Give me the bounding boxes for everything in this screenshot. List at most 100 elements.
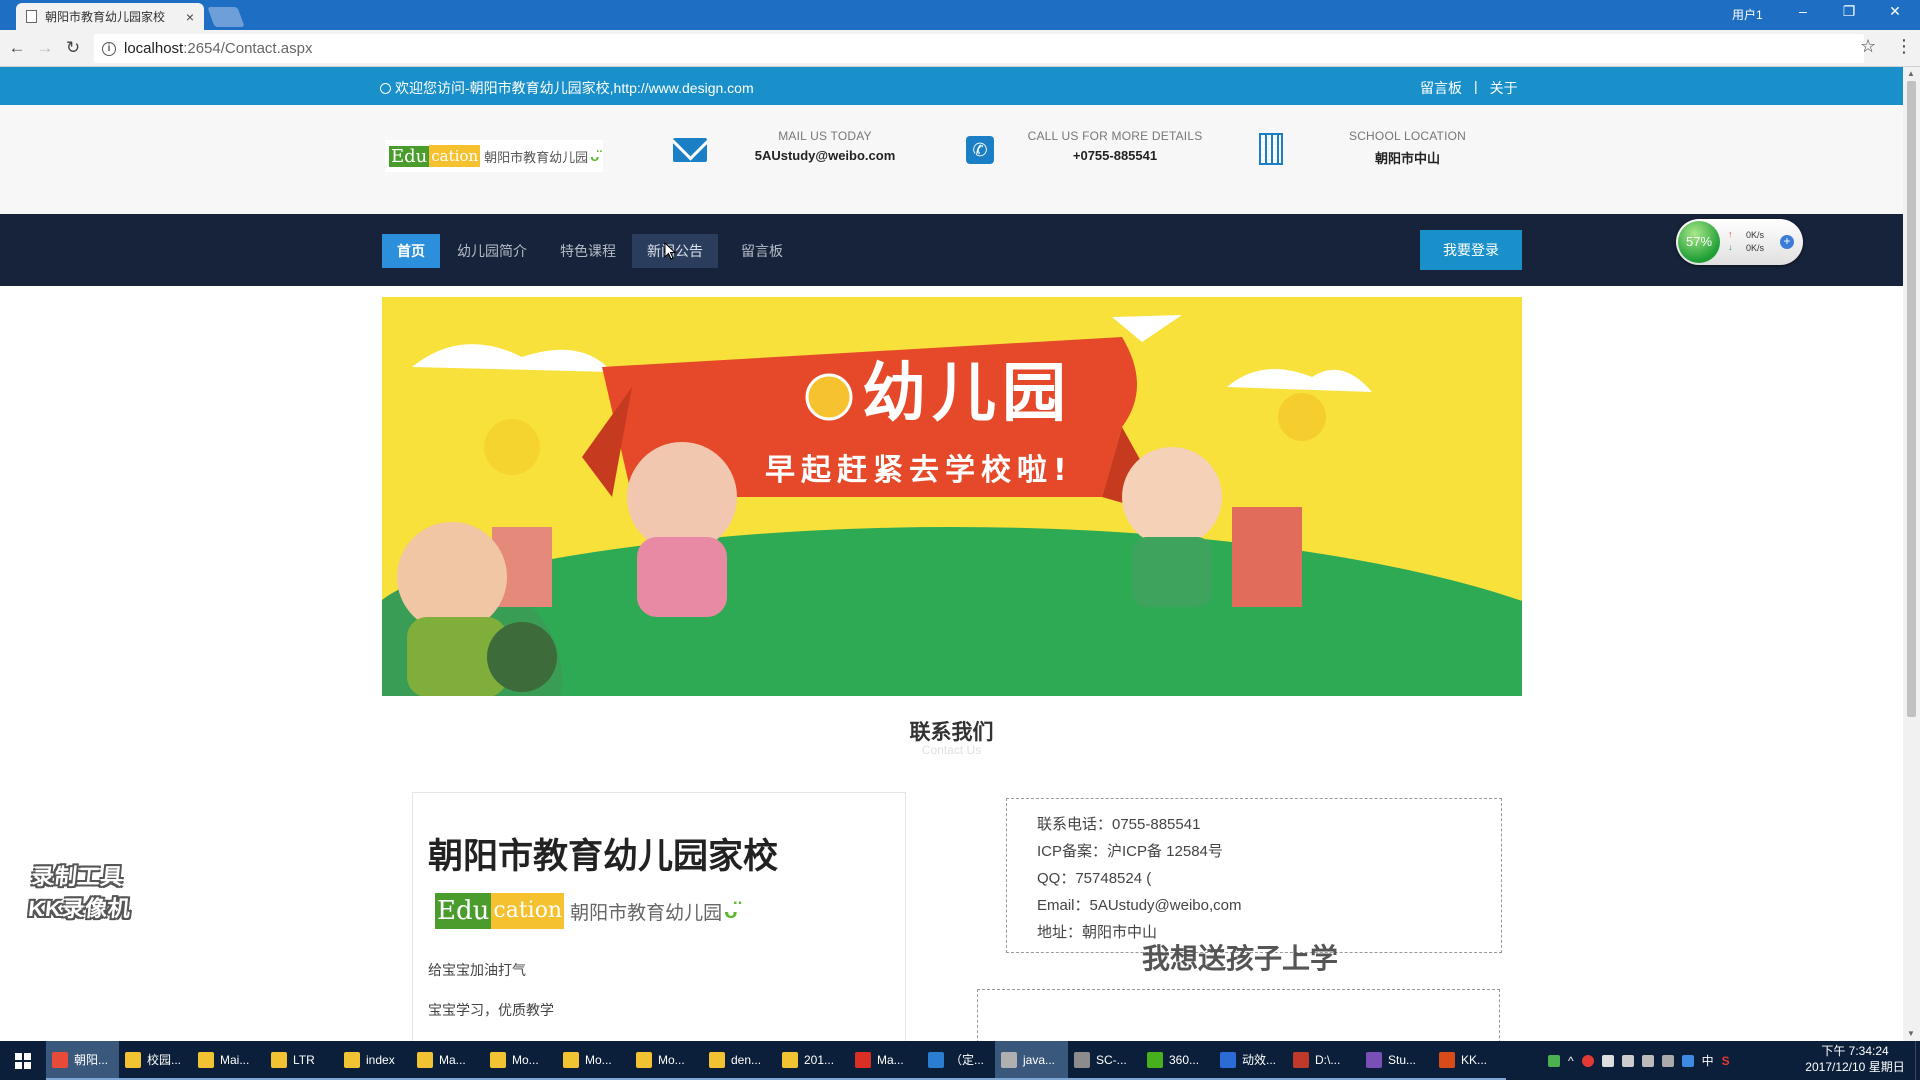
building-icon [1259, 133, 1283, 165]
power-tray-icon[interactable] [1621, 1054, 1634, 1067]
tray-expand-icon[interactable]: ^ [1568, 1054, 1574, 1068]
logo-smile-icon: ᴗ̈ [724, 898, 738, 923]
taskbar-item-label: den... [731, 1052, 762, 1067]
taskbar-item[interactable]: Mo... [484, 1041, 557, 1080]
app-icon [1147, 1051, 1163, 1068]
app-icon [417, 1051, 433, 1068]
app-icon [198, 1051, 214, 1068]
app-icon [1293, 1051, 1309, 1068]
nav-item-courses[interactable]: 特色课程 [545, 234, 631, 268]
taskbar-item[interactable]: java... [995, 1041, 1068, 1080]
app-icon [709, 1051, 725, 1068]
top-link-about[interactable]: 关于 [1490, 78, 1518, 98]
app-icon [563, 1051, 579, 1068]
taskbar-item[interactable]: Ma... [849, 1041, 922, 1080]
app-icon [636, 1051, 652, 1068]
info-qq: QQ：75748524 ( [1037, 870, 1152, 887]
reload-icon[interactable]: ↻ [62, 38, 84, 58]
site-info-icon[interactable]: i [102, 41, 116, 56]
taskbar-item[interactable]: Mo... [630, 1041, 703, 1080]
input-method-indicator[interactable]: 中 [1702, 1052, 1714, 1069]
school-logo: Edu cation 朝阳市教育幼儿园 ᴗ̈ [435, 893, 738, 929]
app-icon [490, 1051, 506, 1068]
card-line-1: 给宝宝加油打气 [428, 962, 526, 978]
bookmark-star-icon[interactable]: ☆ [1860, 36, 1876, 57]
volume-tray-icon[interactable] [1661, 1054, 1674, 1067]
welcome-bar: 欢迎您访问-朝阳市教育幼儿园家校,http://www.design.com 留… [0, 67, 1903, 105]
minimize-icon[interactable]: – [1788, 3, 1818, 19]
url-host: localhost [124, 40, 184, 57]
top-link-guestbook[interactable]: 留言板 [1420, 78, 1462, 98]
hero-banner[interactable]: 幼儿园 早起赶紧去学校啦! [382, 297, 1522, 696]
plus-icon[interactable]: + [1780, 235, 1794, 249]
restore-icon[interactable]: ❐ [1834, 3, 1864, 20]
taskbar-item[interactable]: Stu... [1360, 1041, 1433, 1080]
app-tray-icon[interactable] [1681, 1054, 1694, 1067]
taskbar-item[interactable]: Ma... [411, 1041, 484, 1080]
login-button[interactable]: 我要登录 [1420, 230, 1522, 270]
upload-speed: 0K/s [1746, 230, 1765, 240]
mail-contact: MAIL US TODAY 5AUstudy@weibo.com [750, 129, 900, 163]
info-icp: ICP备案：沪ICP备 12584号 [1037, 843, 1223, 860]
taskbar-item-label: Ma... [877, 1052, 904, 1067]
nav-item-guestbook[interactable]: 留言板 [726, 234, 798, 268]
tab-close-icon[interactable]: × [186, 9, 194, 25]
browser-menu-icon[interactable]: ⋮ [1895, 36, 1913, 57]
taskbar-clock[interactable]: 下午 7:34:24 2017/12/10 星期日 [1800, 1043, 1910, 1075]
welcome-message: 欢迎您访问-朝阳市教育幼儿园家校,http://www.design.com [380, 78, 754, 98]
battery-tray-icon[interactable] [1548, 1054, 1560, 1067]
app-icon [782, 1051, 798, 1068]
taskbar-item[interactable]: D:\... [1287, 1041, 1360, 1080]
taskbar-item-label: 动效... [1242, 1053, 1277, 1067]
security-tray-icon[interactable] [1581, 1054, 1594, 1067]
url-input[interactable]: i localhost :2654/Contact.aspx [94, 34, 1864, 63]
start-button[interactable] [0, 1041, 46, 1080]
logo-name: 朝阳市教育幼儿园 [570, 902, 723, 924]
taskbar-item[interactable]: den... [703, 1041, 776, 1080]
app-icon [1439, 1051, 1455, 1068]
nav-item-intro[interactable]: 幼儿园简介 [442, 234, 542, 268]
logo-edu-yellow: cation [491, 893, 565, 929]
forward-icon[interactable]: → [34, 38, 56, 58]
sogou-tray-icon[interactable]: S [1722, 1054, 1730, 1068]
app-icon [271, 1051, 287, 1068]
taskbar-item[interactable]: KK... [1433, 1041, 1506, 1080]
nav-item-home[interactable]: 首页 [382, 234, 440, 268]
scroll-down-icon[interactable]: ▼ [1907, 1029, 1915, 1038]
taskbar-item-label: Mo... [512, 1052, 539, 1067]
taskbar-item[interactable]: SC-... [1068, 1041, 1141, 1080]
scroll-thumb[interactable] [1907, 81, 1916, 717]
taskbar-item-label: KK... [1461, 1052, 1488, 1067]
contact-info-box: 联系电话：0755-885541 ICP备案：沪ICP备 12584号 QQ：7… [1006, 798, 1502, 953]
info-phone: 联系电话：0755-885541 [1037, 816, 1201, 833]
taskbar-item[interactable]: 201... [776, 1041, 849, 1080]
taskbar-item[interactable]: index [338, 1041, 411, 1080]
browser-tab-active[interactable]: 朝阳市教育幼儿园家校 × [16, 3, 204, 30]
taskbar-item[interactable]: 校园... [119, 1041, 192, 1080]
clock-date: 2017/12/10 星期日 [1805, 1060, 1905, 1074]
taskbar-item[interactable]: LTR [265, 1041, 338, 1080]
taskbar-item[interactable]: （定... [922, 1041, 995, 1080]
taskbar-item[interactable]: Mai... [192, 1041, 265, 1080]
main-navigation: 首页 幼儿园简介 特色课程 新闻公告 留言板 我要登录 57% ↑ ↓ 0K/s… [0, 214, 1903, 286]
new-tab-button[interactable] [207, 7, 245, 27]
page-scrollbar[interactable]: ▲ ▼ [1903, 67, 1920, 1041]
taskbar-item[interactable]: Mo... [557, 1041, 630, 1080]
taskbar-item[interactable]: 动效... [1214, 1041, 1287, 1080]
wifi-tray-icon[interactable] [1641, 1054, 1654, 1067]
taskbar-item[interactable]: 朝阳... [46, 1041, 119, 1080]
show-desktop-button[interactable] [1915, 1041, 1920, 1080]
mail-value[interactable]: 5AUstudy@weibo.com [750, 148, 900, 163]
network-speed-widget[interactable]: 57% ↑ ↓ 0K/s 0K/s + [1676, 219, 1803, 265]
app-icon [855, 1051, 871, 1068]
section-subtitle: Contact Us [921, 743, 982, 757]
location-label: SCHOOL LOCATION [1348, 129, 1467, 143]
back-icon[interactable]: ← [6, 38, 28, 58]
taskbar-item[interactable]: 360... [1141, 1041, 1214, 1080]
taskbar-item-label: D:\... [1315, 1052, 1341, 1067]
site-logo[interactable]: Edu cation 朝阳市教育幼儿园 ᴗ̈ [385, 140, 604, 172]
scroll-up-icon[interactable]: ▲ [1907, 69, 1915, 78]
bluetooth-tray-icon[interactable] [1601, 1054, 1614, 1067]
window-user-label[interactable]: 用户1 [1732, 6, 1763, 23]
close-window-icon[interactable]: ✕ [1880, 3, 1910, 20]
